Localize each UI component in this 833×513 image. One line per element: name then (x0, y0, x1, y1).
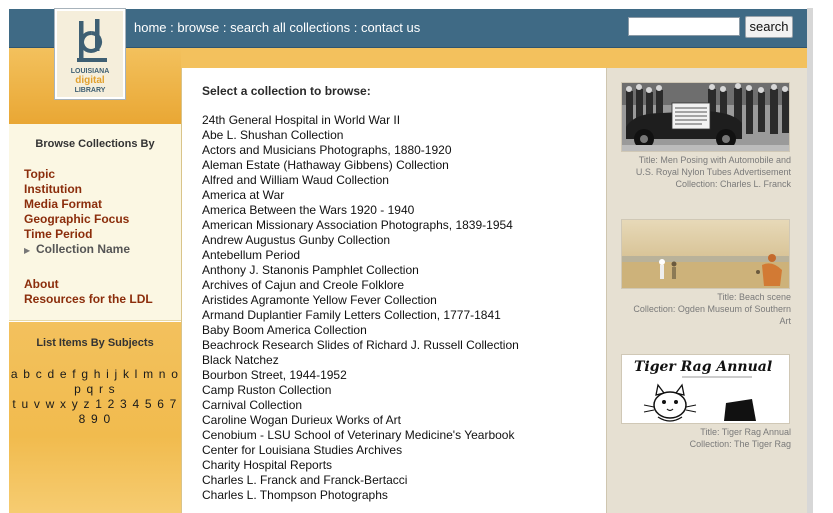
collection-link[interactable]: Archives of Cajun and Creole Folklore (202, 278, 519, 293)
triangle-right-icon: ▶ (24, 246, 31, 255)
browse-by-list: Topic Institution Media Format Geographi… (24, 167, 130, 258)
collection-link[interactable]: Anthony J. Stanonis Pamphlet Collection (202, 263, 519, 278)
collection-link[interactable]: Charles L. Franck and Franck-Bertacci (202, 473, 519, 488)
browse-by-topic-link[interactable]: Topic (24, 167, 130, 182)
resources-link[interactable]: Resources for the LDL (24, 292, 153, 307)
tiger-rag-cover-icon: Tiger Rag Annual (622, 355, 789, 423)
caption-collection: Collection: Ogden Museum of Southern (633, 304, 791, 314)
caption-collection-cont: Art (779, 316, 791, 326)
collection-link[interactable]: America at War (202, 188, 519, 203)
nav-search-all-link[interactable]: search all collections (230, 20, 350, 35)
main-nav: home : browse : search all collections :… (134, 20, 420, 35)
collection-link[interactable]: Bourbon Street, 1944-1952 (202, 368, 519, 383)
nav-contact-link[interactable]: contact us (361, 20, 420, 35)
collection-link[interactable]: Alfred and William Waud Collection (202, 173, 519, 188)
collection-link[interactable]: Antebellum Period (202, 248, 519, 263)
collection-link[interactable]: Aristides Agramonte Yellow Fever Collect… (202, 293, 519, 308)
frame-shadow (807, 8, 813, 513)
ldl-logo-mark-icon: LOUISIANA digital LIBRARY (57, 11, 123, 97)
about-link[interactable]: About (24, 277, 153, 292)
search-button[interactable]: search (745, 16, 793, 38)
browse-by-geographic-focus-link[interactable]: Geographic Focus (24, 212, 130, 227)
nav-separator: : (350, 20, 361, 35)
collection-link[interactable]: Center for Louisiana Studies Archives (202, 443, 519, 458)
automobile-photo-icon (622, 83, 789, 151)
tiger-rag-cover-text: Tiger Rag Annual (634, 359, 772, 375)
nav-browse-link[interactable]: browse (177, 20, 219, 35)
featured-column: Title: Men Posing with Automobile and U.… (606, 68, 807, 513)
collection-link[interactable]: Baby Boom America Collection (202, 323, 519, 338)
featured-image-tiger-rag[interactable]: Tiger Rag Annual (621, 354, 790, 424)
featured-image-automobile[interactable] (621, 82, 790, 152)
subjects-panel: List Items By Subjects a b c d e f g h i… (9, 322, 181, 513)
page-title: Select a collection to browse: (202, 84, 371, 98)
collection-link[interactable]: Camp Ruston Collection (202, 383, 519, 398)
nav-separator: : (219, 20, 231, 35)
collection-link[interactable]: Black Natchez (202, 353, 519, 368)
browse-collections-title: Browse Collections By (35, 138, 155, 150)
caption-title: Title: Men Posing with Automobile and (638, 155, 791, 165)
alphabet-row-1[interactable]: a b c d e f g h i j k l m n o p q r s (9, 367, 181, 397)
collection-link[interactable]: Actors and Musicians Photographs, 1880-1… (202, 143, 519, 158)
collection-link[interactable]: Aleman Estate (Hathaway Gibbens) Collect… (202, 158, 519, 173)
collection-link[interactable]: 24th General Hospital in World War II (202, 113, 519, 128)
browse-by-institution-link[interactable]: Institution (24, 182, 130, 197)
browse-collections-panel: Browse Collections By Topic Institution … (9, 124, 181, 321)
caption-title: Title: Beach scene (717, 292, 791, 302)
current-item-label: Collection Name (36, 242, 131, 256)
beach-scene-icon (622, 220, 789, 288)
collection-link[interactable]: Charity Hospital Reports (202, 458, 519, 473)
page-frame: home : browse : search all collections :… (0, 0, 833, 513)
collection-link[interactable]: Andrew Augustus Gunby Collection (202, 233, 519, 248)
logo-text-digital: digital (75, 75, 105, 86)
alphabet-row-2[interactable]: t u v w x y z 1 2 3 4 5 6 7 8 9 0 (9, 397, 181, 427)
ldl-logo[interactable]: LOUISIANA digital LIBRARY (55, 9, 125, 99)
featured-caption-1: Title: Men Posing with Automobile and U.… (611, 154, 791, 190)
browse-by-collection-name-current[interactable]: ▶ Collection Name (24, 242, 130, 258)
caption-title-cont: U.S. Royal Nylon Tubes Advertisement (635, 167, 791, 177)
top-nav-bar: home : browse : search all collections :… (9, 9, 807, 48)
featured-caption-2: Title: Beach scene Collection: Ogden Mus… (611, 291, 791, 327)
collection-link[interactable]: American Missionary Association Photogra… (202, 218, 519, 233)
collection-link[interactable]: Charles L. Thompson Photographs (202, 488, 519, 503)
featured-image-beach[interactable] (621, 219, 790, 289)
featured-caption-3: Title: Tiger Rag Annual Collection: The … (611, 426, 791, 450)
collection-link[interactable]: Cenobium - LSU School of Veterinary Medi… (202, 428, 519, 443)
browse-by-time-period-link[interactable]: Time Period (24, 227, 130, 242)
browse-by-media-format-link[interactable]: Media Format (24, 197, 130, 212)
main-content: Select a collection to browse: 24th Gene… (181, 68, 606, 513)
logo-text-library: LIBRARY (75, 87, 106, 94)
collection-link[interactable]: Beachrock Research Slides of Richard J. … (202, 338, 519, 353)
collection-link[interactable]: America Between the Wars 1920 - 1940 (202, 203, 519, 218)
logo-text-louisiana: LOUISIANA (71, 68, 110, 75)
alphabet-index: a b c d e f g h i j k l m n o p q r s t … (9, 367, 181, 427)
collection-link[interactable]: Carnival Collection (202, 398, 519, 413)
collection-link[interactable]: Armand Duplantier Family Letters Collect… (202, 308, 519, 323)
about-links: About Resources for the LDL (24, 277, 153, 307)
caption-title: Title: Tiger Rag Annual (700, 427, 791, 437)
subjects-title: List Items By Subjects (36, 337, 154, 349)
collection-list: 24th General Hospital in World War II Abe… (202, 113, 519, 503)
collection-link[interactable]: Caroline Wogan Durieux Works of Art (202, 413, 519, 428)
collection-link[interactable]: Abe L. Shushan Collection (202, 128, 519, 143)
search-input[interactable] (628, 17, 740, 36)
nav-home-link[interactable]: home (134, 20, 167, 35)
caption-collection: Collection: The Tiger Rag (689, 439, 791, 449)
nav-separator: : (166, 20, 178, 35)
caption-collection: Collection: Charles L. Franck (675, 179, 791, 189)
